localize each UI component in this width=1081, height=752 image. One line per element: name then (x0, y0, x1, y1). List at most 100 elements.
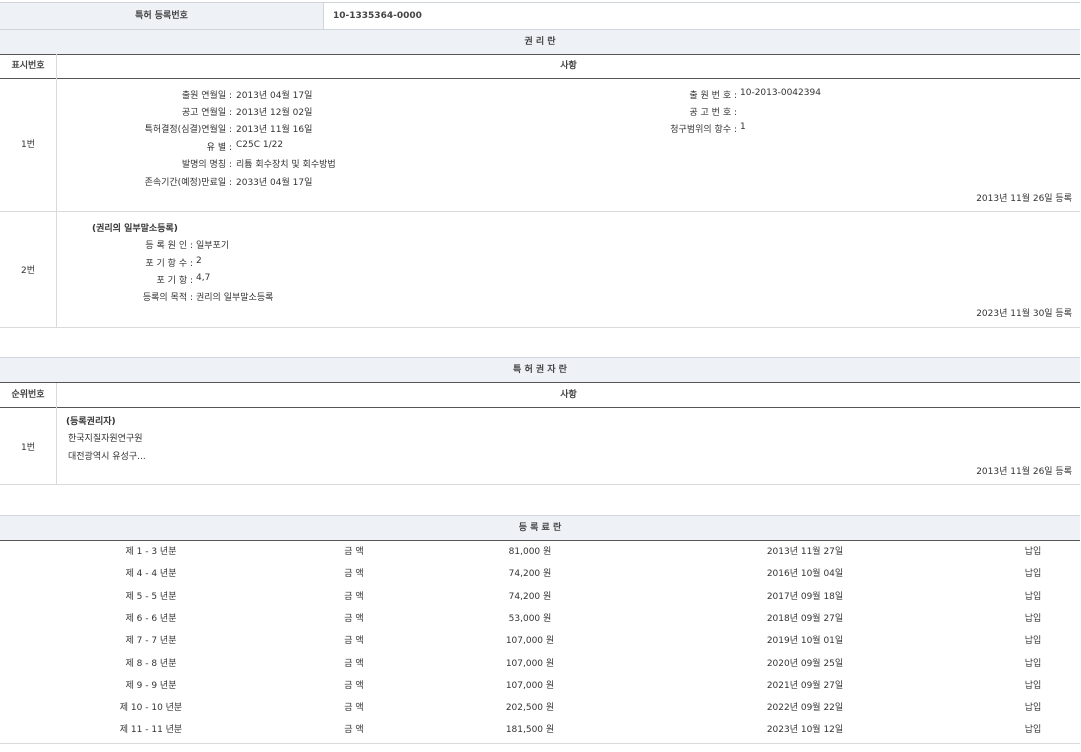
rights-entry-1-reg-date: 2013년 11월 26일 등록 (976, 191, 1072, 204)
fee-status: 납입 (983, 675, 1081, 697)
claims-count-value: 1 (740, 122, 746, 132)
fee-amount: 107,000 원 (430, 675, 630, 697)
fee-amount: 74,200 원 (430, 586, 630, 608)
fees-title: 등 록 료 란 (519, 523, 562, 533)
fee-amount-label: 금 액 (304, 586, 404, 608)
fee-period: 제 5 - 5 년분 (0, 586, 302, 608)
fee-amount: 107,000 원 (430, 653, 630, 675)
reg-purpose-label: 등록의 목적 : (0, 290, 193, 303)
fee-paid-date: 2016년 10월 04일 (705, 563, 905, 585)
partial-cancel-heading: (권리의 일부말소등록) (92, 221, 178, 234)
fee-row: 제 9 - 9 년분금 액107,000 원2021년 09월 27일납입 (0, 675, 1080, 697)
fee-amount: 181,500 원 (430, 719, 630, 741)
holder-col-item: 사항 (57, 383, 1080, 407)
fee-amount-label: 금 액 (304, 541, 404, 563)
classification-label: 유 별 : (0, 140, 232, 153)
waived-claims-label: 포 기 항 : (0, 273, 193, 286)
waived-claims-value: 4,7 (196, 273, 210, 283)
reg-no-label: 특허 등록번호 (0, 3, 323, 29)
waived-count-value: 2 (196, 256, 202, 266)
fee-amount-label: 금 액 (304, 608, 404, 630)
fee-period: 제 11 - 11 년분 (0, 719, 302, 741)
rights-section-title: 권 리 란 (0, 29, 1080, 55)
rights-col-item: 사항 (57, 54, 1080, 78)
fee-amount: 107,000 원 (430, 630, 630, 652)
fee-period: 제 1 - 3 년분 (0, 541, 302, 563)
pub-date-value: 2013년 12월 02일 (236, 105, 312, 118)
holder-name: 한국지질자원연구원 (68, 431, 143, 444)
fee-amount: 74,200 원 (430, 563, 630, 585)
fee-row: 제 7 - 7 년분금 액 107,000 원 2019년 10월 01일 납입 (0, 630, 1080, 652)
fee-amount: 81,000 원 (430, 541, 630, 563)
fee-row: 제 1 - 3 년분금 액 81,000 원 2013년 11월 27일 납입 (0, 541, 1080, 563)
fee-period: 제 8 - 8 년분 (0, 653, 302, 675)
fee-paid-date: 2017년 09월 18일 (705, 586, 905, 608)
fee-row: 제 4 - 4 년분금 액74,200 원2016년 10월 04일납입 (0, 563, 1080, 585)
fee-amount-label: 금 액 (304, 697, 404, 719)
fees-section-title: 등 록 료 란 (0, 515, 1080, 541)
rights-entry-2-reg-date: 2023년 11월 30일 등록 (976, 306, 1072, 319)
reg-no-value: 10-1335364-0000 (333, 3, 422, 29)
reg-no-row: 특허 등록번호 10-1335364-0000 (0, 2, 1080, 30)
fee-paid-date: 2023년 10월 12일 (705, 719, 905, 741)
fee-status: 납입 (983, 630, 1081, 652)
rights-col-no: 표시번호 (0, 54, 56, 78)
fee-row: 제 5 - 5 년분금 액 74,200 원 2017년 09월 18일 납입 (0, 586, 1080, 608)
rights-entry-divider (0, 211, 1080, 212)
fee-period: 제 4 - 4 년분 (0, 563, 302, 585)
app-date-value: 2013년 04월 17일 (236, 88, 312, 101)
holder-title: 특 허 권 자 란 (513, 365, 567, 375)
fee-amount-label: 금 액 (304, 719, 404, 741)
rights-section-bottom (0, 327, 1080, 328)
reg-cause-label: 등 록 원 인 : (0, 238, 193, 251)
fee-paid-date: 2020년 09월 25일 (705, 653, 905, 675)
fee-row: 제 11 - 11 년분금 액 181,500 원 2023년 10월 12일 납입 (0, 719, 1080, 741)
fee-period: 제 7 - 7 년분 (0, 630, 302, 652)
fee-paid-date: 2018년 09월 27일 (705, 608, 905, 630)
fee-status: 납입 (983, 697, 1081, 719)
holder-col-divider (56, 383, 57, 484)
invention-title-value: 리튬 회수장치 및 회수방법 (236, 157, 336, 170)
fee-row: 제 8 - 8 년분금 액 107,000 원 2020년 09월 25일 납입 (0, 653, 1080, 675)
holder-entry-1-no: 1번 (0, 440, 56, 453)
fee-amount-label: 금 액 (304, 653, 404, 675)
fee-status: 납입 (983, 541, 1081, 563)
fee-period: 제 10 - 10 년분 (0, 697, 302, 719)
invention-title-label: 발명의 명칭 : (0, 157, 232, 170)
pub-no-label: 공 고 번 호 : (505, 105, 737, 118)
pub-date-label: 공고 연월일 : (0, 105, 232, 118)
holder-heading: (등록권리자) (66, 414, 116, 427)
fee-status: 납입 (983, 653, 1081, 675)
reg-purpose-value: 권리의 일부말소등록 (196, 290, 273, 303)
reg-cause-value: 일부포기 (196, 238, 229, 251)
fee-status: 납입 (983, 608, 1081, 630)
fee-paid-date: 2013년 11월 27일 (705, 541, 905, 563)
app-no-label: 출 원 번 호 : (505, 88, 737, 101)
app-date-label: 출원 연월일 : (0, 88, 232, 101)
holder-header-divider (0, 407, 1080, 408)
fee-status: 납입 (983, 719, 1081, 741)
fee-paid-date: 2019년 10월 01일 (705, 630, 905, 652)
rights-header-divider (0, 78, 1080, 79)
fee-amount: 53,000 원 (430, 608, 630, 630)
waived-count-label: 포 기 항 수 : (0, 256, 193, 269)
holder-col-no: 순위번호 (0, 383, 56, 407)
fee-amount-label: 금 액 (304, 675, 404, 697)
expiry-date-label: 존속기간(예정)만료일 : (0, 175, 232, 188)
app-no-value: 10-2013-0042394 (740, 88, 821, 98)
claims-count-label: 청구범위의 항수 : (505, 122, 737, 135)
holder-address: 대전광역시 유성구... (68, 449, 146, 462)
fee-period: 제 9 - 9 년분 (0, 675, 302, 697)
fees-section-bottom (0, 743, 1080, 744)
classification-value: C25C 1/22 (236, 140, 283, 150)
holder-section-bottom (0, 484, 1080, 485)
holder-reg-date: 2013년 11월 26일 등록 (976, 464, 1072, 477)
fee-row: 제 10 - 10 년분금 액202,500 원2022년 09월 22일납입 (0, 697, 1080, 719)
fee-row: 제 6 - 6 년분금 액53,000 원2018년 09월 27일납입 (0, 608, 1080, 630)
fee-amount-label: 금 액 (304, 630, 404, 652)
rights-title: 권 리 란 (524, 37, 555, 47)
fee-amount-label: 금 액 (304, 563, 404, 585)
holder-section-title: 특 허 권 자 란 (0, 357, 1080, 383)
expiry-date-value: 2033년 04월 17일 (236, 175, 312, 188)
fee-status: 납입 (983, 586, 1081, 608)
